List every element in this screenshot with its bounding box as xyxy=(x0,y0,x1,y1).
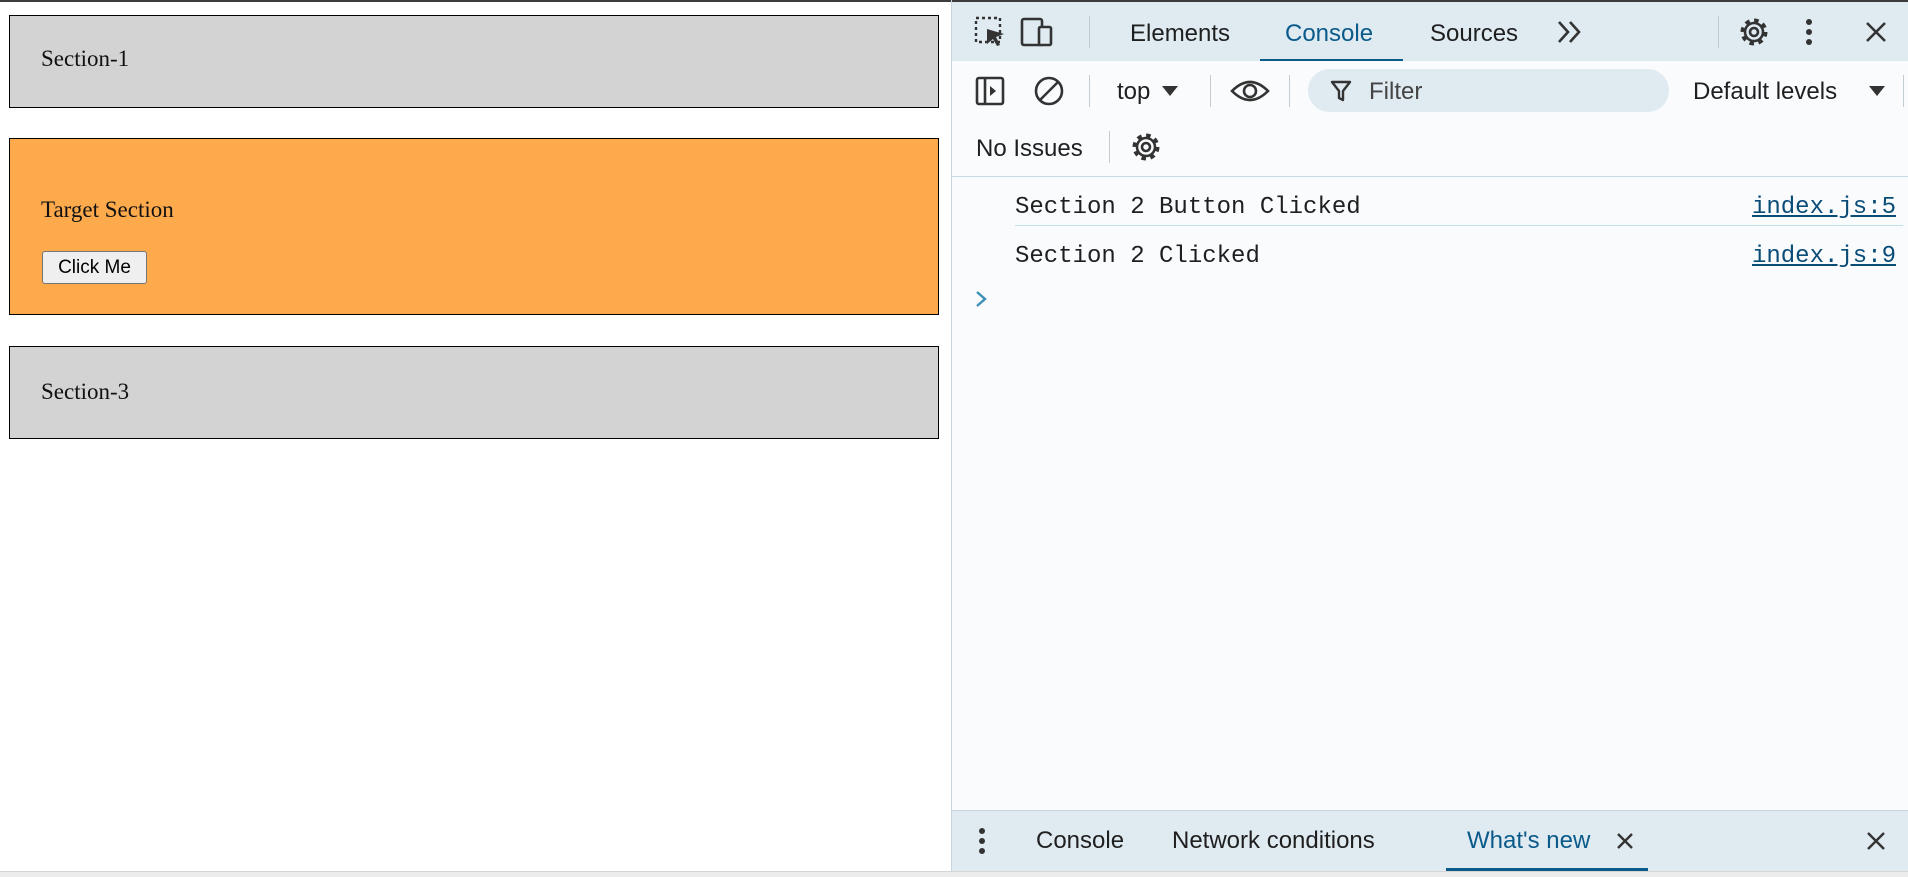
divider xyxy=(1210,75,1211,107)
chevron-down-icon[interactable] xyxy=(1867,73,1887,109)
drawer-tab-network-conditions[interactable]: Network conditions xyxy=(1172,827,1375,855)
live-expression-eye-icon[interactable] xyxy=(1229,73,1271,109)
clear-console-icon[interactable] xyxy=(1031,73,1067,109)
filter-funnel-icon xyxy=(1328,73,1354,109)
drawer-menu-icon[interactable] xyxy=(972,823,992,859)
source-link[interactable]: index.js:5 xyxy=(1752,194,1896,221)
divider xyxy=(1089,16,1090,48)
log-message-text: Section 2 Clicked xyxy=(1015,243,1260,270)
tab-console[interactable]: Console xyxy=(1285,20,1373,48)
section-3[interactable]: Section-3 xyxy=(9,346,939,439)
divider xyxy=(1289,75,1290,107)
console-message: Section 2 Clicked index.js:9 xyxy=(1015,226,1903,275)
tab-elements[interactable]: Elements xyxy=(1130,20,1230,48)
filter-placeholder: Filter xyxy=(1369,78,1423,105)
divider xyxy=(1109,131,1110,163)
sidebar-toggle-icon[interactable] xyxy=(972,73,1008,109)
console-settings-icon[interactable] xyxy=(1128,129,1164,165)
tab-sources[interactable]: Sources xyxy=(1430,20,1518,48)
devtools-panel: Elements Console Sources top Filter Defa… xyxy=(951,0,1908,877)
web-page: Section-1 Target Section Click Me Sectio… xyxy=(0,0,951,877)
click-me-button[interactable]: Click Me xyxy=(42,251,147,284)
section-title: Target Section xyxy=(41,197,174,222)
more-options-icon[interactable] xyxy=(1791,14,1827,50)
close-drawer-icon[interactable] xyxy=(1863,823,1889,859)
window-bottom-edge xyxy=(0,871,1908,877)
divider xyxy=(1089,75,1090,107)
close-tab-icon[interactable] xyxy=(1612,823,1638,859)
close-devtools-icon[interactable] xyxy=(1858,14,1894,50)
console-toolbar: top Filter Default levels xyxy=(952,61,1908,121)
issues-bar: No Issues xyxy=(952,121,1908,177)
settings-icon[interactable] xyxy=(1736,14,1772,50)
context-selector[interactable]: top xyxy=(1117,78,1150,106)
section-title: Section-1 xyxy=(41,46,130,71)
filter-input[interactable]: Filter xyxy=(1308,69,1669,112)
chevron-down-icon[interactable] xyxy=(1160,73,1180,109)
more-tabs-icon[interactable] xyxy=(1552,14,1588,50)
devtools-tab-bar: Elements Console Sources xyxy=(952,0,1908,62)
console-prompt-icon[interactable] xyxy=(974,289,988,314)
divider xyxy=(1718,16,1719,48)
inspect-element-icon[interactable] xyxy=(972,14,1008,50)
device-toolbar-icon[interactable] xyxy=(1019,14,1055,50)
devtools-drawer: Console Network conditions What's new xyxy=(952,810,1908,871)
console-message: Section 2 Button Clicked index.js:5 xyxy=(1015,177,1903,226)
drawer-tab-whats-new[interactable]: What's new xyxy=(1467,827,1590,855)
section-title: Section-3 xyxy=(41,379,130,404)
section-1[interactable]: Section-1 xyxy=(9,15,939,108)
divider xyxy=(1903,75,1904,107)
issues-count[interactable]: No Issues xyxy=(976,135,1083,163)
source-link[interactable]: index.js:9 xyxy=(1752,243,1896,270)
log-message-text: Section 2 Button Clicked xyxy=(1015,194,1361,221)
log-levels-dropdown[interactable]: Default levels xyxy=(1693,78,1837,106)
target-section[interactable]: Target Section Click Me xyxy=(9,138,939,315)
drawer-tab-console[interactable]: Console xyxy=(1036,827,1124,855)
